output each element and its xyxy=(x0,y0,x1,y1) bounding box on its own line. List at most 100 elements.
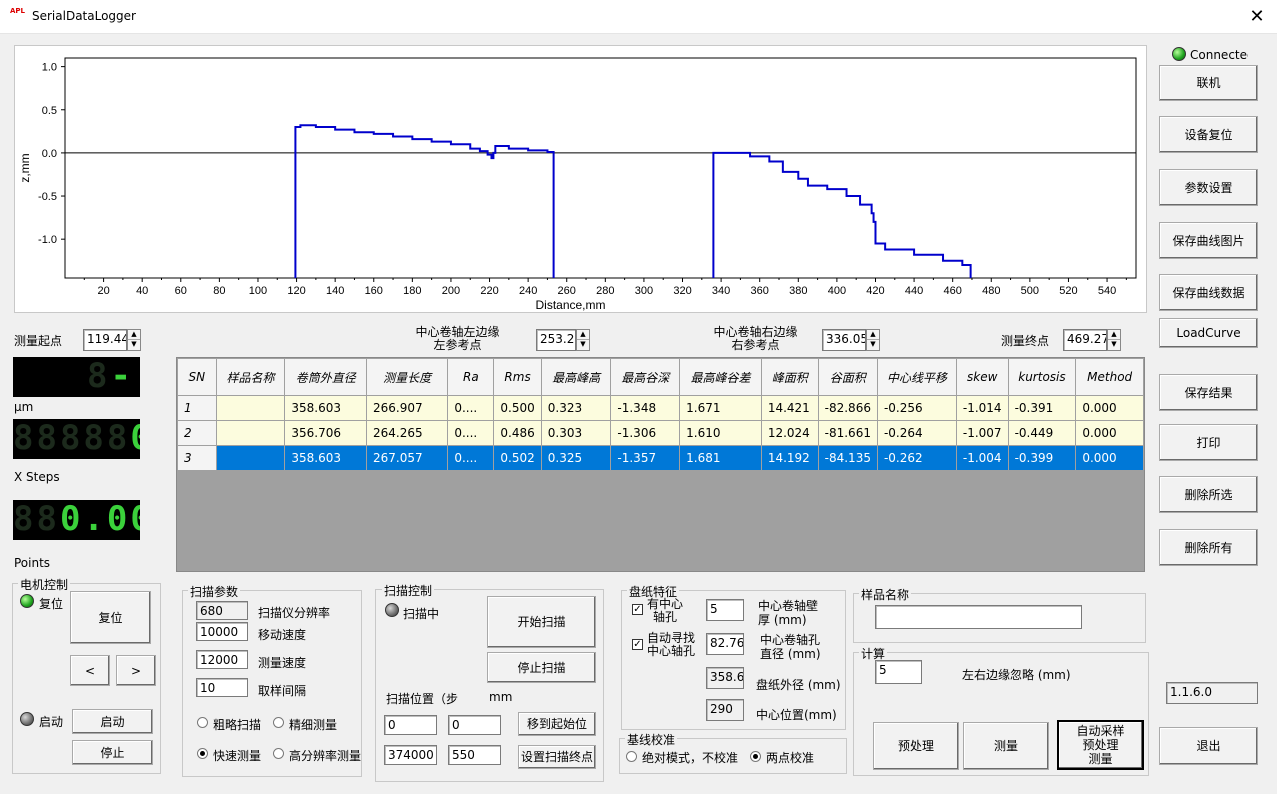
start-scan-button[interactable]: 开始扫描 xyxy=(487,596,596,648)
table-cell[interactable]: -1.348 xyxy=(610,395,681,421)
table-cell[interactable] xyxy=(215,420,286,446)
table-cell[interactable]: 0.... xyxy=(447,395,495,421)
move-left-button[interactable]: < xyxy=(70,655,110,686)
set-scan-end-button[interactable]: 设置扫描终点 xyxy=(518,745,596,769)
column-header[interactable]: Ra xyxy=(447,358,495,396)
table-cell[interactable]: 12.024 xyxy=(760,420,819,446)
spin-down-icon[interactable]: ▼ xyxy=(577,340,589,350)
table-cell[interactable]: 1.681 xyxy=(679,445,762,471)
end-steps-input[interactable]: 374000 xyxy=(384,745,437,765)
start-mm-input[interactable]: 0 xyxy=(448,715,501,735)
table-row[interactable]: 1 358.603 266.907 0.... 0.500 0.323 -1.348 1.67… xyxy=(177,395,1144,421)
delete-selected-button[interactable]: 删除所选 xyxy=(1159,476,1258,513)
param-settings-button[interactable]: 参数设置 xyxy=(1159,169,1258,206)
table-cell[interactable]: 14.192 xyxy=(760,445,819,471)
results-table-container[interactable]: SN 样品名称 卷筒外直径 测量长度 Ra Rms 最高峰高 最高谷深 最高峰谷差 峰面积 谷面积中… xyxy=(176,357,1145,572)
fast-measure-radio[interactable] xyxy=(197,748,208,759)
measure-button[interactable]: 测量 xyxy=(963,722,1049,770)
table-cell[interactable]: 0.... xyxy=(447,420,495,446)
spin-down-icon[interactable]: ▼ xyxy=(128,340,140,350)
table-cell[interactable]: -82.866 xyxy=(817,395,878,421)
table-cell[interactable]: 1.671 xyxy=(679,395,762,421)
table-cell[interactable]: 358.603 xyxy=(284,395,368,421)
table-cell[interactable]: 264.265 xyxy=(366,420,449,446)
column-header[interactable]: 最高峰高 xyxy=(540,358,612,396)
table-cell[interactable]: -0.256 xyxy=(876,395,957,421)
right-ref-input[interactable]: 336.05 xyxy=(822,329,866,351)
start-point-spinner[interactable]: ▲ ▼ xyxy=(127,329,141,351)
right-ref-spinner[interactable]: ▲ ▼ xyxy=(866,329,880,351)
hires-measure-radio[interactable] xyxy=(273,748,284,759)
table-cell[interactable]: -0.264 xyxy=(876,420,957,446)
motor-stop-button[interactable]: 停止 xyxy=(72,740,153,765)
column-header[interactable]: Rms xyxy=(493,358,542,396)
motor-reset-button[interactable]: 复位 xyxy=(70,591,151,644)
table-cell[interactable]: 0.... xyxy=(447,445,495,471)
table-cell[interactable] xyxy=(215,445,286,471)
load-curve-button[interactable]: LoadCurve xyxy=(1159,318,1258,348)
table-cell[interactable]: 0.500 xyxy=(493,395,542,421)
spin-up-icon[interactable]: ▲ xyxy=(577,330,589,340)
absolute-mode-radio[interactable] xyxy=(626,751,637,762)
table-cell[interactable]: 0.303 xyxy=(540,420,612,446)
spin-up-icon[interactable]: ▲ xyxy=(1108,330,1120,340)
table-cell[interactable]: 0.000 xyxy=(1075,420,1144,446)
move-to-start-button[interactable]: 移到起始位 xyxy=(518,712,596,736)
sample-name-input[interactable] xyxy=(875,605,1082,629)
table-cell[interactable]: 0.000 xyxy=(1075,395,1144,421)
end-point-spinner[interactable]: ▲ ▼ xyxy=(1107,329,1121,351)
exit-button[interactable]: 退出 xyxy=(1159,727,1258,765)
close-icon[interactable]: ✕ xyxy=(1244,4,1270,30)
column-header[interactable]: 最高峰谷差 xyxy=(679,358,762,396)
auto-sample-button[interactable]: 自动采样 预处理 测量 xyxy=(1057,720,1144,770)
spin-up-icon[interactable]: ▲ xyxy=(128,330,140,340)
connect-button[interactable]: 联机 xyxy=(1159,65,1258,101)
wall-thickness-input[interactable]: 5 xyxy=(706,599,744,621)
preprocess-button[interactable]: 预处理 xyxy=(873,722,959,770)
column-header[interactable]: 中心线平移 xyxy=(876,358,957,396)
print-button[interactable]: 打印 xyxy=(1159,424,1258,461)
column-header[interactable]: 卷筒外直径 xyxy=(284,358,368,396)
column-header[interactable]: 谷面积 xyxy=(817,358,878,396)
fine-measure-radio[interactable] xyxy=(273,717,284,728)
left-ref-spinner[interactable]: ▲ ▼ xyxy=(576,329,590,351)
column-header[interactable]: kurtosis xyxy=(1007,358,1077,396)
table-cell[interactable]: 0.000 xyxy=(1075,445,1144,471)
device-reset-button[interactable]: 设备复位 xyxy=(1159,116,1258,153)
end-point-input[interactable]: 469.27 xyxy=(1063,329,1107,351)
save-result-button[interactable]: 保存结果 xyxy=(1159,374,1258,411)
delete-all-button[interactable]: 删除所有 xyxy=(1159,529,1258,566)
column-header[interactable]: Method xyxy=(1075,358,1144,396)
table-cell[interactable]: 266.907 xyxy=(366,395,449,421)
column-header[interactable]: 峰面积 xyxy=(760,358,819,396)
table-cell[interactable]: -0.449 xyxy=(1007,420,1077,446)
spin-down-icon[interactable]: ▼ xyxy=(1108,340,1120,350)
table-cell[interactable]: -84.135 xyxy=(817,445,878,471)
table-cell[interactable]: -1.306 xyxy=(610,420,681,446)
table-cell[interactable]: -1.014 xyxy=(955,395,1009,421)
spin-up-icon[interactable]: ▲ xyxy=(867,330,879,340)
table-cell[interactable] xyxy=(215,395,286,421)
interval-input[interactable]: 10 xyxy=(196,678,248,697)
table-cell[interactable]: 0.502 xyxy=(493,445,542,471)
start-steps-input[interactable]: 0 xyxy=(384,715,437,735)
coarse-scan-radio[interactable] xyxy=(197,717,208,728)
table-cell[interactable]: 0.323 xyxy=(540,395,612,421)
save-curve-data-button[interactable]: 保存曲线数据 xyxy=(1159,274,1258,311)
spin-down-icon[interactable]: ▼ xyxy=(867,340,879,350)
column-header[interactable]: SN xyxy=(177,358,217,396)
start-point-input[interactable]: 119.44 xyxy=(83,329,127,351)
stop-scan-button[interactable]: 停止扫描 xyxy=(487,652,596,683)
move-speed-input[interactable]: 10000 xyxy=(196,622,248,641)
row-number-cell[interactable]: 1 xyxy=(177,395,217,421)
row-number-cell[interactable]: 2 xyxy=(177,420,217,446)
two-point-radio[interactable] xyxy=(750,751,761,762)
has-center-hole-checkbox[interactable]: ✓ xyxy=(632,604,643,615)
left-ref-input[interactable]: 253.2 xyxy=(536,329,576,351)
measure-speed-input[interactable]: 12000 xyxy=(196,650,248,669)
table-cell[interactable]: 0.486 xyxy=(493,420,542,446)
table-cell[interactable]: 0.325 xyxy=(540,445,612,471)
table-cell[interactable]: -1.004 xyxy=(955,445,1009,471)
end-mm-input[interactable]: 550 xyxy=(448,745,501,765)
table-cell[interactable]: -0.399 xyxy=(1007,445,1077,471)
